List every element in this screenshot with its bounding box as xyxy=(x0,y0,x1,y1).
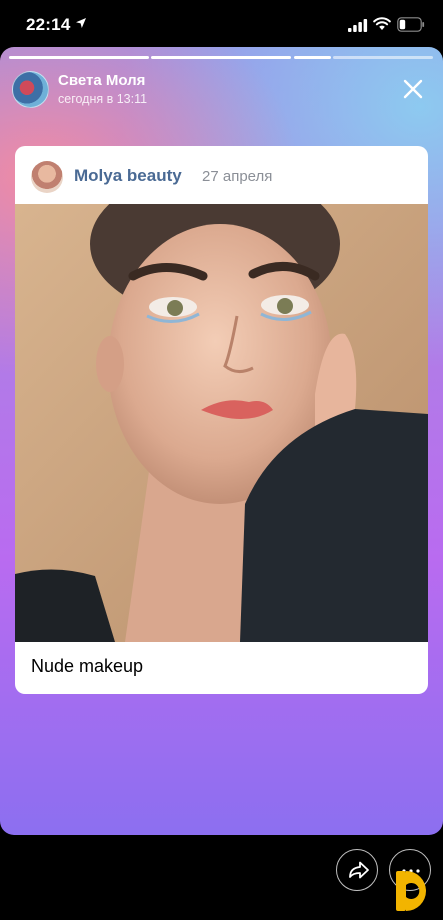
close-icon[interactable] xyxy=(398,74,428,104)
post-photo[interactable] xyxy=(15,204,428,642)
story-timestamp: сегодня в 13:11 xyxy=(58,92,148,106)
post-date: 27 апреля xyxy=(202,168,273,185)
story-progress-segment xyxy=(294,56,331,59)
watermark-logo-icon xyxy=(396,871,426,911)
status-bar: 22:14 xyxy=(0,0,443,50)
signal-icon xyxy=(348,19,368,32)
group-avatar[interactable] xyxy=(31,161,63,193)
share-button[interactable] xyxy=(336,849,378,891)
post-caption: Nude makeup xyxy=(31,656,144,676)
shared-post-card[interactable]: Molya beauty 27 апреля Nude makeup xyxy=(15,146,428,694)
status-time: 22:14 xyxy=(26,15,71,34)
battery-icon xyxy=(397,17,425,32)
group-name[interactable]: Molya beauty xyxy=(74,166,182,186)
story-progress-segment xyxy=(9,56,149,59)
author-name[interactable]: Света Моля xyxy=(58,72,145,89)
location-arrow-icon xyxy=(76,18,86,28)
author-avatar[interactable] xyxy=(12,71,49,108)
story-viewer[interactable]: Света Моля сегодня в 13:11 Molya beauty … xyxy=(0,47,443,835)
story-progress-segment xyxy=(151,56,291,59)
wifi-icon xyxy=(373,17,391,30)
story-progress-segment xyxy=(333,56,433,59)
share-icon xyxy=(349,861,369,879)
portrait-image xyxy=(15,204,428,642)
